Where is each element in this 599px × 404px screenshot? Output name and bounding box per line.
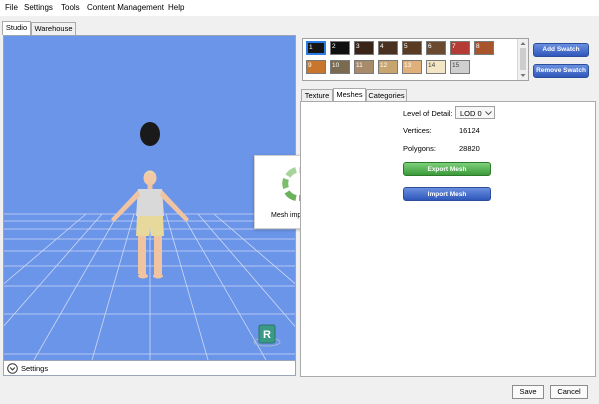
swatch-2[interactable]: 2 <box>330 41 350 55</box>
export-mesh-button[interactable]: Export Mesh <box>403 162 491 176</box>
swatch-12[interactable]: 12 <box>378 60 398 74</box>
polygons-label: Polygons: <box>403 144 436 153</box>
tab-meshes[interactable]: Meshes <box>333 88 366 102</box>
menu-settings[interactable]: Settings <box>24 3 53 12</box>
floor-grid <box>4 213 295 360</box>
scroll-down-icon[interactable] <box>520 74 526 77</box>
3d-viewport[interactable]: R <box>4 36 295 360</box>
swatch-number: 11 <box>356 62 363 69</box>
viewport-settings-bar[interactable]: Settings <box>4 360 295 375</box>
lod-value: LOD 0 <box>460 109 482 118</box>
swatch-palette: 1 2 3 4 5 6 7 8 9 10 11 12 13 14 15 <box>302 38 529 81</box>
swatch-number: 14 <box>428 62 436 69</box>
swatch-4[interactable]: 4 <box>378 41 398 55</box>
swatch-15[interactable]: 15 <box>450 60 470 74</box>
swatch-1[interactable]: 1 <box>306 41 326 55</box>
lod-select[interactable]: LOD 0 <box>455 106 495 119</box>
swatch-number: 10 <box>332 62 340 69</box>
swatch-number: 5 <box>404 43 408 50</box>
polygons-value: 28820 <box>459 144 480 153</box>
swatch-number: 12 <box>380 62 388 69</box>
swatch-number: 15 <box>452 62 460 69</box>
vertices-value: 16124 <box>459 126 480 135</box>
cancel-button[interactable]: Cancel <box>550 385 588 399</box>
add-swatch-button[interactable]: Add Swatch <box>533 43 589 57</box>
scroll-up-icon[interactable] <box>520 42 526 45</box>
swatch-8[interactable]: 8 <box>474 41 494 55</box>
swatch-scrollbar[interactable] <box>517 39 528 80</box>
swatch-number: 2 <box>332 43 336 50</box>
meshes-panel <box>300 101 596 377</box>
swatch-7[interactable]: 7 <box>450 41 470 55</box>
swatch-number: 3 <box>356 43 360 50</box>
swatch-number: 13 <box>404 62 412 69</box>
swatch-10[interactable]: 10 <box>330 60 350 74</box>
vertices-label: Vertices: <box>403 126 432 135</box>
hair-mesh <box>140 122 160 146</box>
swatch-number: 4 <box>380 43 384 50</box>
settings-label: Settings <box>21 364 49 373</box>
viewport-scene: R <box>4 122 295 360</box>
swatch-3[interactable]: 3 <box>354 41 374 55</box>
swatch-6[interactable]: 6 <box>426 41 446 55</box>
swatch-14[interactable]: 14 <box>426 60 446 74</box>
r-badge-letter: R <box>263 329 271 341</box>
tab-warehouse[interactable]: Warehouse <box>31 22 76 35</box>
swatch-11[interactable]: 11 <box>354 60 374 74</box>
swatch-number: 9 <box>308 62 312 69</box>
swatch-scroll-arrows <box>520 42 526 77</box>
menu-help[interactable]: Help <box>168 3 184 12</box>
chevron-down-icon <box>485 111 492 116</box>
swatch-number: 7 <box>452 43 456 50</box>
chevron-down-circle-icon[interactable] <box>7 363 18 374</box>
menu-tools[interactable]: Tools <box>61 3 80 12</box>
swatch-number: 1 <box>309 44 313 51</box>
swatch-13[interactable]: 13 <box>402 60 422 74</box>
remove-swatch-button[interactable]: Remove Swatch <box>533 64 589 78</box>
swatch-number: 8 <box>476 43 480 50</box>
import-mesh-button[interactable]: Import Mesh <box>403 187 491 201</box>
lod-label: Level of Detail: <box>403 109 453 118</box>
swatch-number: 6 <box>428 43 432 50</box>
swatch-9[interactable]: 9 <box>306 60 326 74</box>
swatch-5[interactable]: 5 <box>402 41 422 55</box>
scroll-thumb[interactable] <box>520 48 526 70</box>
save-button[interactable]: Save <box>512 385 544 399</box>
menu-bar: File Settings Tools Content Management H… <box>0 0 599 16</box>
tab-studio[interactable]: Studio <box>2 21 31 35</box>
menu-content-management[interactable]: Content Management <box>87 3 164 12</box>
r-badge-icon[interactable]: R <box>253 324 281 347</box>
menu-file[interactable]: File <box>5 3 18 12</box>
